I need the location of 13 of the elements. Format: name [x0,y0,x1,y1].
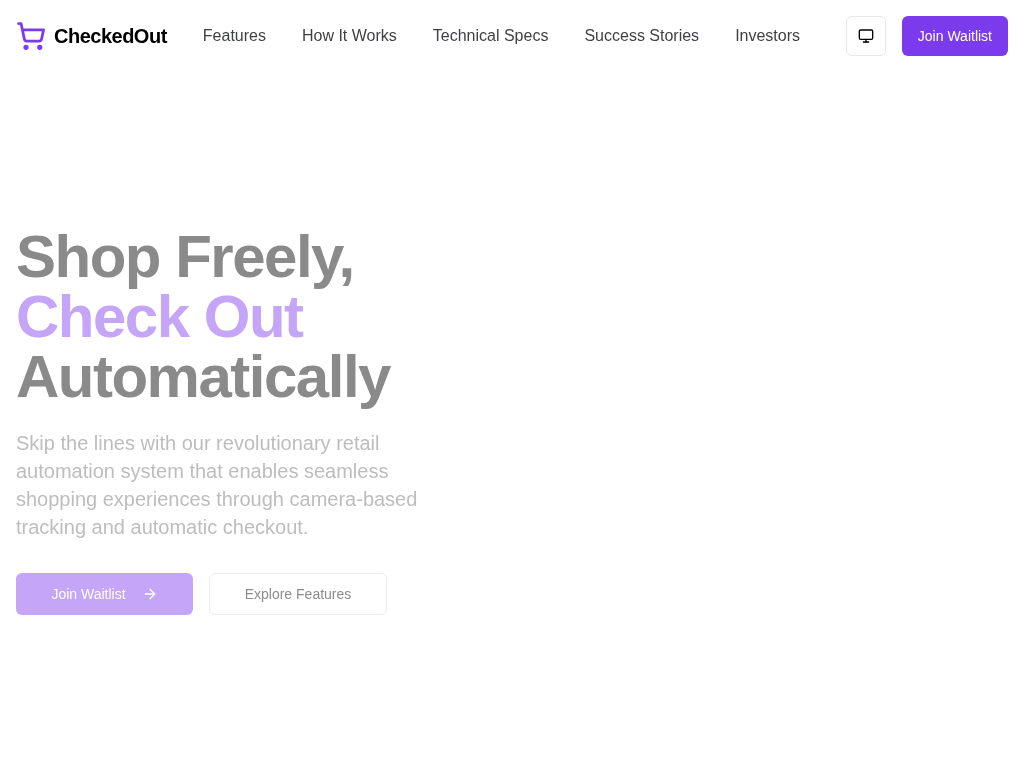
join-waitlist-button[interactable]: Join Waitlist [901,16,1008,56]
nav-link[interactable]: Technical Specs [432,24,549,48]
hero-headline: Shop Freely, Check Out Automatically [16,227,390,407]
explore-features-button[interactable]: Explore Features [209,573,387,615]
hero-description: Skip the lines with our revolutionary retail automation system that enables seamless shopping experiences through camera-based tracking and automatic checkout. [16,431,419,540]
display-toggle-button[interactable] [845,16,886,56]
monitor-icon [857,28,874,44]
nav-link[interactable]: How It Works [301,24,397,48]
cart-logo-icon [16,21,46,51]
nav-link[interactable]: Features [202,24,266,48]
brand-name[interactable]: CheckedOut [54,21,167,51]
nav-link[interactable]: Investors [735,24,801,48]
nav-link[interactable]: Success Stories [584,24,700,48]
